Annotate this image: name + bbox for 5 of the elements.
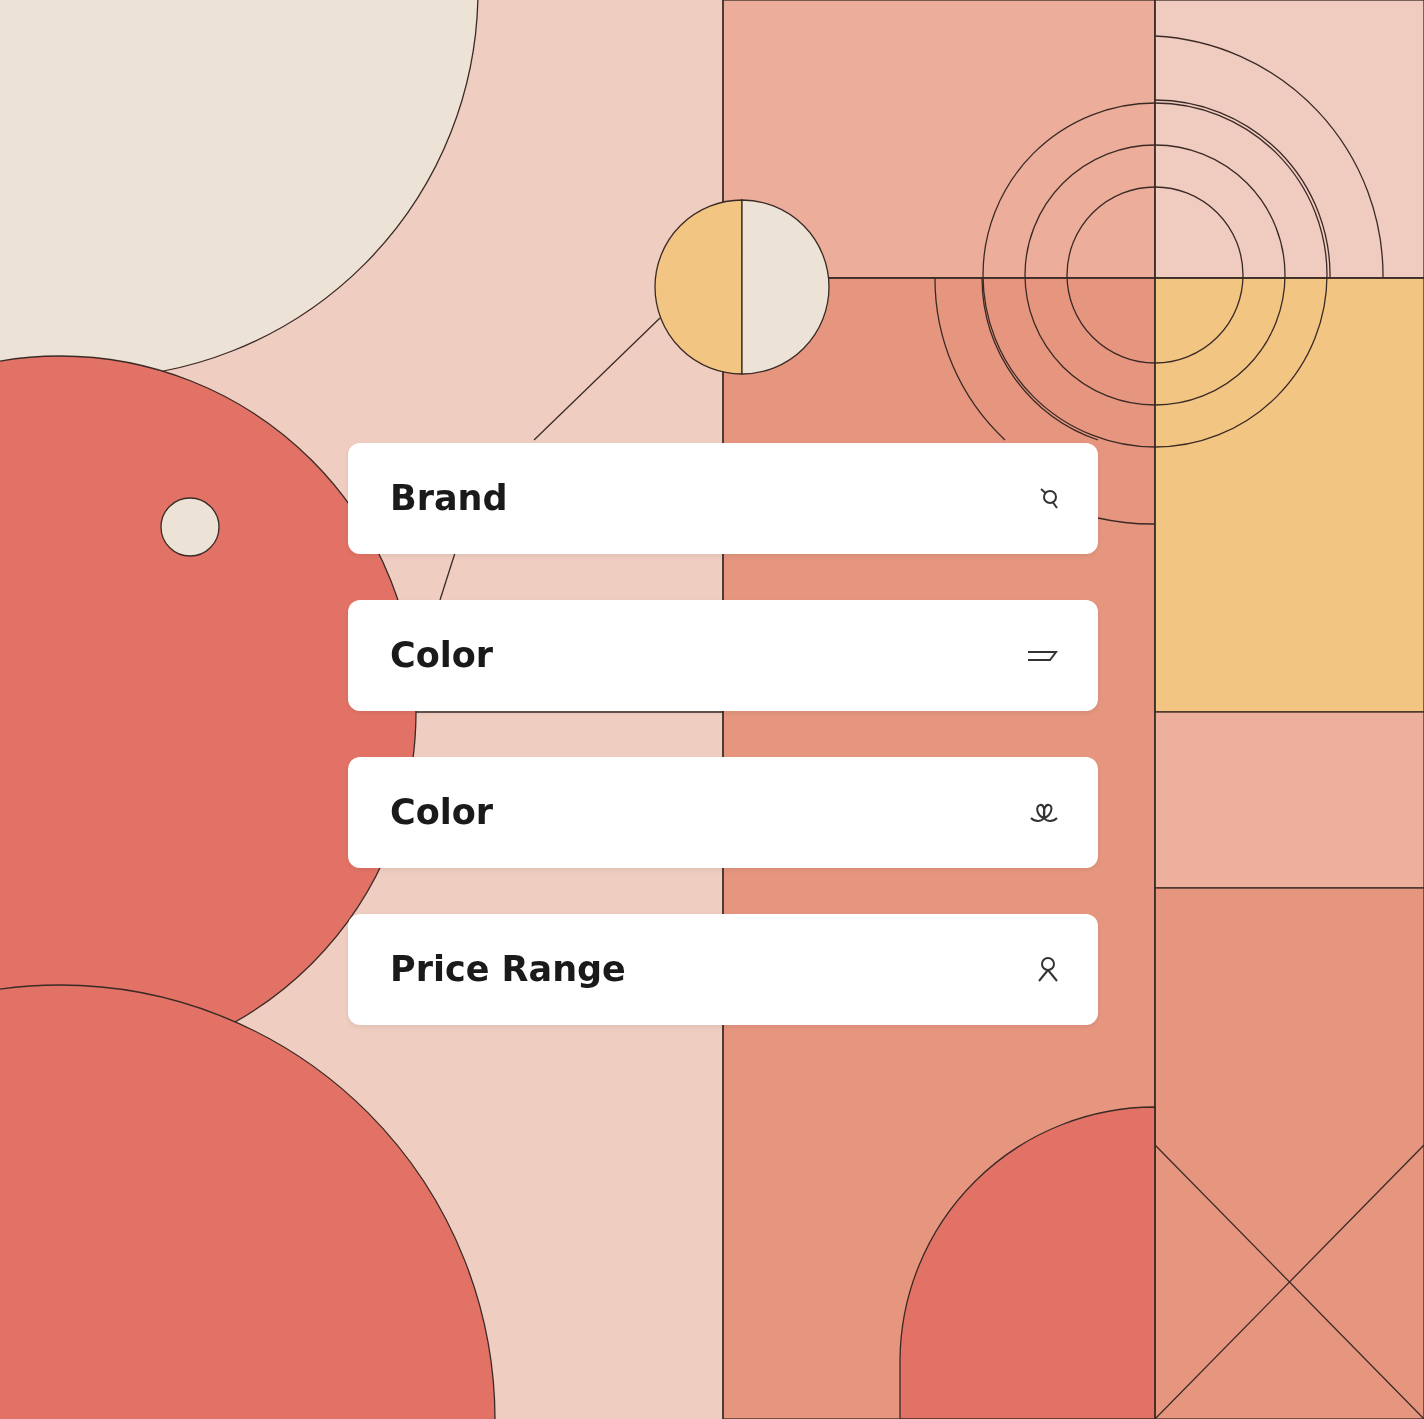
filter-option[interactable]: Price Range xyxy=(348,914,1098,1025)
filter-option[interactable]: Color xyxy=(348,757,1098,868)
filter-option[interactable]: Brand xyxy=(348,443,1098,554)
filter-option[interactable]: Color xyxy=(348,600,1098,711)
line-shape xyxy=(439,552,456,601)
